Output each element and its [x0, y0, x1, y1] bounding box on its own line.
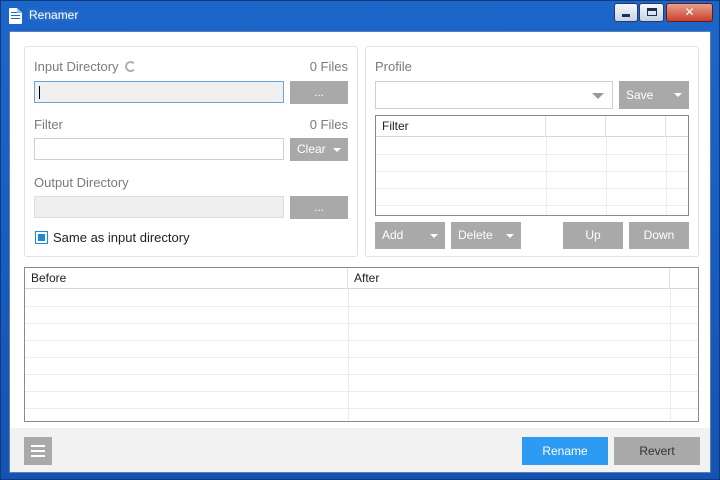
- output-directory-label: Output Directory: [34, 175, 129, 190]
- table-row: [25, 374, 698, 375]
- save-label: Save: [626, 88, 654, 102]
- table-row: [25, 391, 698, 392]
- table-row: [25, 408, 698, 409]
- input-directory-label: Input Directory: [34, 59, 136, 74]
- delete-dropdown-button[interactable]: Delete: [451, 222, 521, 249]
- refresh-icon[interactable]: [124, 61, 136, 72]
- filter-table[interactable]: Filter: [375, 115, 689, 216]
- maximize-button[interactable]: [639, 3, 664, 22]
- same-as-input-label[interactable]: Same as input directory: [53, 230, 190, 245]
- output-browse-button[interactable]: ...: [290, 196, 348, 219]
- same-as-input-checkbox[interactable]: [35, 231, 48, 244]
- minimize-icon: [622, 14, 630, 17]
- client-area: Input Directory 0 Files ... Filter 0 Fil…: [9, 31, 711, 473]
- output-directory-field[interactable]: [34, 196, 284, 218]
- close-icon: ✕: [684, 5, 695, 19]
- document-icon: [9, 8, 22, 24]
- down-button[interactable]: Down: [629, 222, 689, 249]
- maximize-icon: [646, 8, 657, 16]
- table-row: [376, 171, 688, 172]
- chevron-down-icon: [430, 234, 438, 238]
- filter-column-header[interactable]: Filter: [376, 116, 546, 137]
- hamburger-icon: [31, 445, 45, 447]
- filter-table-header: Filter: [376, 116, 688, 137]
- hamburger-icon: [31, 455, 45, 457]
- before-column-header[interactable]: Before: [25, 268, 348, 289]
- revert-button[interactable]: Revert: [614, 437, 700, 465]
- close-button[interactable]: ✕: [666, 3, 713, 22]
- input-directory-label-text: Input Directory: [34, 59, 119, 74]
- table-row: [376, 154, 688, 155]
- profile-select[interactable]: [375, 81, 613, 109]
- table-gridline: [348, 289, 349, 421]
- menu-button[interactable]: [24, 437, 52, 465]
- table-row: [25, 340, 698, 341]
- rename-button[interactable]: Rename: [522, 437, 608, 465]
- table-row: [376, 188, 688, 189]
- chevron-down-icon: [674, 93, 682, 97]
- up-button[interactable]: Up: [563, 222, 623, 249]
- text-caret: [39, 86, 40, 99]
- filter-label: Filter: [34, 117, 63, 132]
- profile-label: Profile: [375, 59, 412, 74]
- table-column-header[interactable]: [546, 116, 606, 137]
- minimize-button[interactable]: [614, 3, 638, 22]
- window-title: Renamer: [29, 8, 79, 22]
- filter-input[interactable]: [34, 138, 284, 160]
- table-gridline: [670, 289, 671, 421]
- input-file-count: 0 Files: [309, 59, 348, 74]
- rename-preview-table[interactable]: Before After: [24, 267, 699, 422]
- table-row: [25, 306, 698, 307]
- input-browse-button[interactable]: ...: [290, 81, 348, 104]
- add-dropdown-button[interactable]: Add: [375, 222, 445, 249]
- profile-panel: Profile Save Filter Add Delete Up Down: [365, 46, 699, 257]
- chevron-down-icon: [592, 93, 604, 99]
- delete-label: Delete: [458, 228, 493, 242]
- clear-label: Clear: [297, 142, 326, 156]
- title-bar[interactable]: Renamer ✕: [1, 1, 719, 30]
- chevron-down-icon: [506, 234, 514, 238]
- add-label: Add: [382, 228, 404, 242]
- directory-panel: Input Directory 0 Files ... Filter 0 Fil…: [24, 46, 358, 257]
- hamburger-icon: [31, 450, 45, 452]
- filter-file-count: 0 Files: [309, 117, 348, 132]
- save-dropdown-button[interactable]: Save: [619, 81, 689, 109]
- table-row: [25, 323, 698, 324]
- app-window: Renamer ✕ Input Directory 0 Files ... Fi…: [0, 0, 720, 480]
- chevron-down-icon: [333, 148, 341, 152]
- table-column-header[interactable]: [606, 116, 666, 137]
- clear-dropdown-button[interactable]: Clear: [290, 138, 348, 161]
- after-column-header[interactable]: After: [348, 268, 670, 289]
- table-row: [25, 357, 698, 358]
- preview-table-header: Before After: [25, 268, 698, 289]
- input-directory-field[interactable]: [34, 81, 284, 103]
- table-row: [376, 205, 688, 206]
